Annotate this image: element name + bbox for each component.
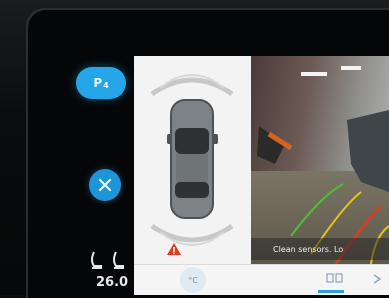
view-mode-button[interactable] (326, 273, 344, 286)
car-top-view (150, 74, 234, 246)
park-sensor-overview (134, 56, 251, 264)
more-views-button[interactable] (371, 274, 385, 287)
bottom-view-bar: °C (134, 264, 389, 295)
rear-camera-view (251, 56, 389, 264)
park-assist-label: P (93, 76, 103, 90)
active-view-indicator (318, 290, 344, 293)
chevron-right-icon (373, 274, 382, 284)
front-sensor-arc (150, 77, 234, 97)
view-mode-icon (326, 273, 343, 283)
car-windshield (175, 128, 209, 154)
park-assist-button[interactable]: P 4 (76, 67, 126, 99)
left-control-column: P 4 26.0 (64, 28, 134, 295)
ceiling-light (301, 72, 327, 76)
park-assist-sub-label: 4 (103, 80, 109, 90)
parked-motorbike (257, 126, 285, 164)
seat-left-icon (91, 251, 102, 269)
guide-line-green (290, 183, 344, 237)
camera-overlay (257, 66, 389, 264)
car-rear-window (175, 182, 209, 198)
climate-view-button[interactable]: °C (180, 267, 206, 293)
park-distance-screen: Clean sensors. Lo °C (134, 56, 389, 295)
warning-icon (167, 243, 181, 255)
temperature-readout: 26.0 (96, 275, 129, 290)
close-icon (98, 178, 112, 192)
climate-view-label: °C (188, 275, 198, 285)
seat-right-icon (113, 251, 124, 269)
ceiling-light (341, 66, 361, 70)
car-roof (176, 154, 208, 182)
rear-sensor-arc (150, 223, 234, 243)
parked-car (347, 110, 389, 192)
camera-warning-banner: Clean sensors. Lo (251, 238, 389, 260)
seat-heating-controls (82, 250, 142, 270)
right-mirror (213, 134, 218, 144)
close-park-view-button[interactable] (89, 169, 121, 201)
left-mirror (167, 134, 172, 144)
seat-heat-icons (91, 251, 124, 269)
camera-warning-text: Clean sensors. Lo (273, 244, 344, 254)
